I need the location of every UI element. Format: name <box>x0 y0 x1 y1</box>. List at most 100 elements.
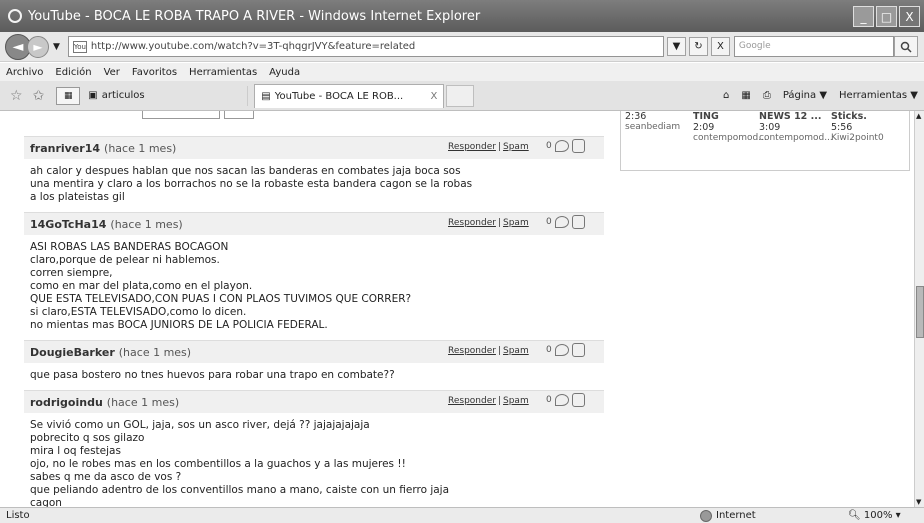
menu-favoritos[interactable]: Favoritos <box>132 67 177 78</box>
thumbs-down-icon[interactable] <box>554 344 569 356</box>
comment: franriver14 (hace 1 mes) Responder | Spam … <box>24 137 604 213</box>
related-video-duration: 3:09 <box>759 122 781 133</box>
favorites-star-icon[interactable]: ☆ <box>10 88 23 104</box>
vote-score: 0 <box>546 395 552 405</box>
comment-line: ojo, no le robes mas en los combentillos… <box>30 458 406 470</box>
globe-icon <box>700 509 712 522</box>
comment-header: franriver14 (hace 1 mes) Responder | Spam … <box>24 137 604 159</box>
page-menu-button[interactable]: Página ▼ <box>783 90 827 101</box>
spam-link[interactable]: Spam <box>503 396 529 406</box>
thumbs-up-icon[interactable] <box>571 393 585 407</box>
related-video-user[interactable]: Kiwi2point0 <box>831 133 884 144</box>
reply-link[interactable]: Responder <box>448 396 496 406</box>
thumbs-up-icon[interactable] <box>571 215 585 229</box>
related-video[interactable]: Sticks. 5:56 Kiwi2point0 <box>831 111 884 144</box>
forward-button[interactable]: ► <box>27 35 49 58</box>
menu-ayuda[interactable]: Ayuda <box>269 67 300 78</box>
comment-line: claro,porque de pelear ni hablemos. <box>30 254 220 266</box>
related-video[interactable]: NEWS 12 ... 3:09 contempomod... <box>759 111 833 144</box>
zoom-icon: 🔍︎ <box>848 510 861 521</box>
zoom-level[interactable]: 🔍︎ 100% ▾ <box>848 510 901 521</box>
related-video[interactable]: TING 2:09 contempomod... <box>693 111 767 144</box>
thumbs-down-icon[interactable] <box>554 394 569 406</box>
thumbs-up-icon[interactable] <box>571 139 585 153</box>
thumbs-up-icon[interactable] <box>571 343 585 357</box>
comment-line: QUE ESTA TELEVISADO,CON PUAS I CON PLAOS… <box>30 293 412 305</box>
related-video-user[interactable]: contempomod... <box>693 133 767 144</box>
spam-link[interactable]: Spam <box>503 218 529 228</box>
window-titlebar: YouTube - BOCA LE ROBA TRAPO A RIVER - W… <box>0 0 924 32</box>
comment-author[interactable]: 14GoTcHa14 <box>30 218 106 231</box>
comment-age: (hace 1 mes) <box>106 395 180 409</box>
minimize-button[interactable]: _ <box>853 6 874 27</box>
comment-button-partial[interactable] <box>224 111 254 119</box>
reply-link[interactable]: Responder <box>448 346 496 356</box>
tab-youtube[interactable]: ▤ YouTube - BOCA LE ROB... X <box>254 83 445 108</box>
close-window-button[interactable]: X <box>899 6 920 27</box>
menu-archivo[interactable]: Archivo <box>6 67 43 78</box>
comment-line: ASI ROBAS LAS BANDERAS BOCAGON <box>30 241 229 253</box>
comment-line: corren siempre, <box>30 267 113 279</box>
address-bar[interactable]: You http://www.youtube.com/watch?v=3T-qh… <box>67 36 664 57</box>
scrollbar-thumb[interactable] <box>916 286 924 338</box>
tools-menu-button[interactable]: Herramientas ▼ <box>839 90 918 101</box>
spam-link[interactable]: Spam <box>503 346 529 356</box>
address-dropdown-button[interactable]: ▼ <box>666 37 686 56</box>
comment-author[interactable]: franriver14 <box>30 142 100 155</box>
add-favorites-icon[interactable]: ✩ <box>33 88 45 104</box>
related-video-user[interactable]: contempomod... <box>759 133 833 144</box>
feeds-icon[interactable]: ▦ <box>741 90 750 101</box>
reply-link[interactable]: Responder <box>448 218 496 228</box>
zone-label: Internet <box>716 510 756 521</box>
security-zone: Internet <box>700 509 756 522</box>
stop-button[interactable]: X <box>710 37 730 56</box>
tab-articulos-label: articulos <box>101 90 145 101</box>
search-input[interactable]: Google <box>733 36 894 57</box>
recent-pages-dropdown[interactable]: ▼ <box>53 42 60 52</box>
comment-line: una mentira y claro a los borrachos no s… <box>30 178 473 190</box>
refresh-button[interactable]: ↻ <box>688 37 708 56</box>
comment-actions: Responder | Spam <box>448 218 529 228</box>
maximize-button[interactable]: □ <box>876 6 897 27</box>
window-title: YouTube - BOCA LE ROBA TRAPO A RIVER - W… <box>28 8 481 24</box>
menu-ver[interactable]: Ver <box>104 67 120 78</box>
ie-logo-icon <box>8 9 22 23</box>
navigation-bar: ◄ ► ▼ You http://www.youtube.com/watch?v… <box>0 32 924 62</box>
new-tab-button[interactable] <box>446 84 475 107</box>
status-text: Listo <box>6 510 30 521</box>
comment-actions: Responder | Spam <box>448 396 529 406</box>
search-button[interactable] <box>893 36 918 57</box>
tab-articulos[interactable]: ▣ articulos <box>88 85 249 106</box>
comment-author[interactable]: DougieBarker <box>30 346 115 359</box>
comment-line: mira l oq festejas <box>30 445 121 457</box>
reply-link[interactable]: Responder <box>448 142 496 152</box>
folder-icon: ▣ <box>88 90 98 101</box>
related-video[interactable]: 2:36 seanbediam <box>625 111 680 133</box>
quick-tabs-button[interactable]: ▦ <box>56 86 81 105</box>
menu-herramientas[interactable]: Herramientas <box>189 67 257 78</box>
comment-line: que peliando adentro de los conventillos… <box>30 484 450 496</box>
scroll-up-arrow-icon[interactable]: ▲ <box>916 112 921 120</box>
window-controls: _ □ X <box>853 6 920 27</box>
comment-header: rodrigoindu (hace 1 mes) Responder | Spam … <box>24 391 604 413</box>
comment-line: ah calor y despues hablan que nos sacan … <box>30 165 461 177</box>
comment-votes: 0 <box>546 139 585 153</box>
scroll-down-arrow-icon[interactable]: ▼ <box>916 498 921 506</box>
thumbs-down-icon[interactable] <box>554 216 569 228</box>
thumbs-down-icon[interactable] <box>554 140 569 152</box>
comment-line: no mientas mas BOCA JUNIORS DE LA POLICI… <box>30 319 328 331</box>
menu-edicion[interactable]: Edición <box>55 67 91 78</box>
comment-line: si claro,ESTA TELEVISADO,como lo dicen. <box>30 306 247 318</box>
spam-link[interactable]: Spam <box>503 142 529 152</box>
home-icon[interactable]: ⌂ <box>723 90 729 101</box>
comment-author[interactable]: rodrigoindu <box>30 396 103 409</box>
comment-age: (hace 1 mes) <box>104 141 177 155</box>
comment-line: como en mar del plata,como en el playon. <box>30 280 253 292</box>
close-tab-button[interactable]: X <box>430 91 437 102</box>
print-icon[interactable]: ⎙ <box>763 90 771 101</box>
related-video-user[interactable]: seanbediam <box>625 122 680 133</box>
comment-select-partial[interactable] <box>142 111 220 119</box>
related-video-duration: 2:09 <box>693 122 715 133</box>
vertical-scrollbar[interactable]: ▲ ▼ <box>914 111 924 507</box>
url-text[interactable]: http://www.youtube.com/watch?v=3T-qhqgrJ… <box>91 41 415 52</box>
